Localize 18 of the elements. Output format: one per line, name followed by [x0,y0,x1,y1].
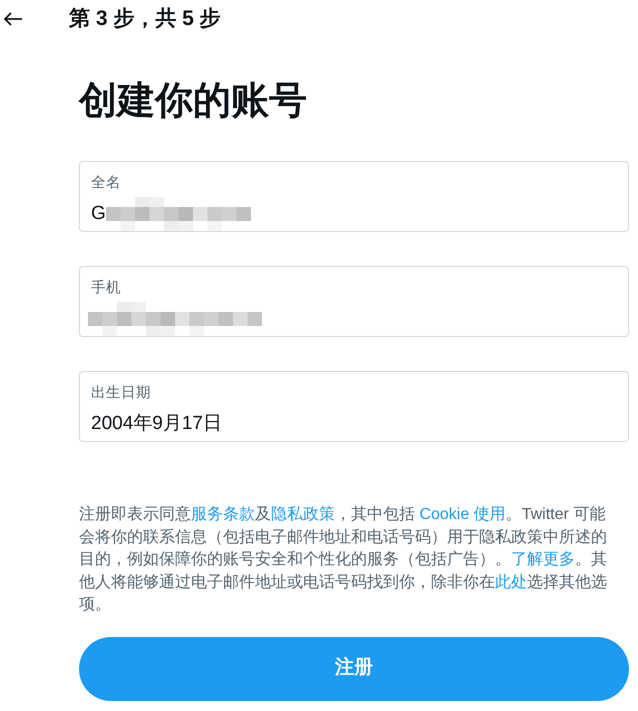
back-arrow-icon[interactable] [3,12,23,26]
field-label: 手机 [91,278,121,298]
step-indicator: 第 3 步，共 5 步 [69,6,221,32]
field-label: 出生日期 [91,384,151,403]
field-value: 2004年9月17日 [91,412,222,436]
legal-link[interactable]: 此处 [495,574,527,590]
legal-link[interactable]: 隐私政策 [271,506,335,523]
name-field[interactable]: 全名 G [79,161,629,232]
legal-link[interactable]: 服务条款 [191,506,255,523]
field-value: G [91,202,106,226]
legal-link[interactable]: 了解更多 [511,551,575,568]
birth-date-field[interactable]: 出生日期 2004年9月17日 [79,371,629,442]
field-label: 全名 [91,174,121,193]
page-title: 创建你的账号 [79,79,308,124]
legal-link[interactable]: Cookie 使用 [419,506,506,523]
sign-up-button[interactable]: 注册 [79,636,629,700]
phone-field[interactable]: 手机 [79,266,629,337]
legal-notice: 注册即表示同意服务条款及隐私政策，其中包括 Cookie 使用。Twitter 可能会将你的联系信息（包括电子邮件地址和电话号码）用于隐私政策中所述的目的，例如保障你的账号安全和个性化的服务（包括广告）。了解更多。其他人将能够通过电子邮件地址或电话号码找到你，除非你在此处选择其他选项。 [79,504,608,615]
